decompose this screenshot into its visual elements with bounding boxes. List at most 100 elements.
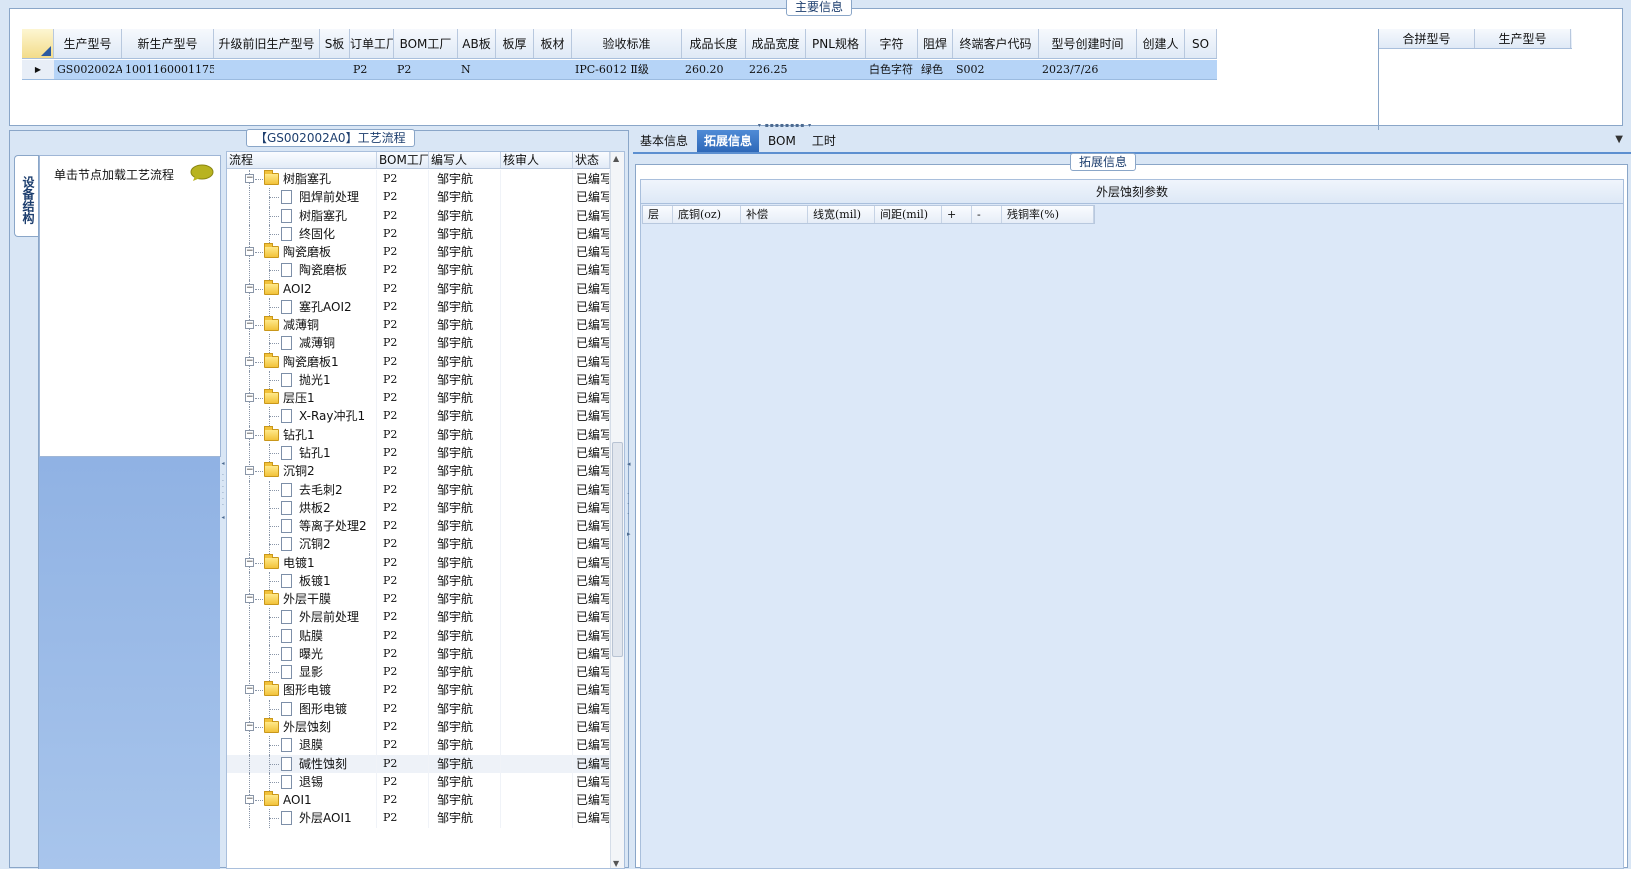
tree-folder-row[interactable]: − 减薄铜 P2 邹宇航 已编写	[227, 316, 610, 335]
etch-column-header[interactable]: 补偿	[741, 206, 808, 223]
etch-column-header[interactable]: -	[972, 206, 1002, 223]
grid-cell[interactable]	[496, 60, 534, 79]
author-cell[interactable]: 邹宇航	[429, 791, 501, 810]
status-cell[interactable]: 已编写	[573, 681, 610, 700]
reviewer-cell[interactable]	[501, 754, 573, 773]
bom-factory-cell[interactable]: P2	[377, 791, 429, 810]
bom-factory-cell[interactable]: P2	[377, 370, 429, 390]
reviewer-cell[interactable]	[501, 297, 573, 317]
author-cell[interactable]: 邹宇航	[429, 352, 501, 371]
bom-factory-cell[interactable]: P2	[377, 297, 429, 317]
reviewer-cell[interactable]	[501, 626, 573, 645]
etch-column-header[interactable]: 间距(mil)	[875, 206, 942, 223]
tree-step-row[interactable]: 碱性蚀刻 P2 邹宇航 已编写	[227, 754, 610, 773]
bom-factory-cell[interactable]: P2	[377, 261, 429, 280]
status-cell[interactable]: 已编写	[573, 206, 610, 225]
status-cell[interactable]: 已编写	[573, 389, 610, 408]
tree-step-row[interactable]: 图形电镀 P2 邹宇航 已编写	[227, 699, 610, 718]
grid-cell[interactable]: P2	[350, 60, 394, 79]
grid-cell[interactable]: 260.20	[682, 60, 746, 79]
column-header[interactable]: AB板	[458, 29, 496, 58]
column-header[interactable]: 新生产型号	[122, 29, 214, 58]
bom-factory-cell[interactable]: P2	[377, 443, 429, 463]
bom-factory-cell[interactable]: P2	[377, 571, 429, 591]
status-cell[interactable]: 已编写	[573, 772, 610, 792]
author-cell[interactable]: 邹宇航	[429, 717, 501, 737]
merge-column-header[interactable]: 合拼型号	[1379, 29, 1475, 48]
tree-node-cell[interactable]: 板镀1	[227, 571, 377, 591]
status-cell[interactable]: 已编写	[573, 571, 610, 591]
tree-node-cell[interactable]: − AOI1	[227, 791, 377, 810]
tree-folder-row[interactable]: − AOI2 P2 邹宇航 已编写	[227, 279, 610, 298]
status-cell[interactable]: 已编写	[573, 297, 610, 317]
tree-node-cell[interactable]: − AOI2	[227, 279, 377, 298]
author-cell[interactable]: 邹宇航	[429, 297, 501, 317]
tree-node-cell[interactable]: 去毛刺2	[227, 480, 377, 499]
collapse-icon[interactable]: −	[245, 320, 254, 330]
tree-step-row[interactable]: 树脂塞孔 P2 邹宇航 已编写	[227, 206, 610, 225]
tree-step-row[interactable]: 等离子处理2 P2 邹宇航 已编写	[227, 517, 610, 536]
author-cell[interactable]: 邹宇航	[429, 425, 501, 444]
status-cell[interactable]: 已编写	[573, 316, 610, 335]
tab-menu-dropdown-icon[interactable]: ▼	[1615, 134, 1623, 145]
tree-node-cell[interactable]: 抛光1	[227, 370, 377, 390]
tree-folder-row[interactable]: − 层压1 P2 邹宇航 已编写	[227, 389, 610, 408]
tree-node-cell[interactable]: 阻焊前处理	[227, 188, 377, 207]
reviewer-cell[interactable]	[501, 188, 573, 207]
tree-step-row[interactable]: 塞孔AOI2 P2 邹宇航 已编写	[227, 297, 610, 317]
status-cell[interactable]: 已编写	[573, 462, 610, 481]
tree-node-cell[interactable]: 塞孔AOI2	[227, 297, 377, 317]
bom-factory-cell[interactable]: P2	[377, 809, 429, 828]
bom-factory-cell[interactable]: P2	[377, 535, 429, 554]
tree-node-cell[interactable]: 曝光	[227, 644, 377, 664]
bom-factory-cell[interactable]: P2	[377, 626, 429, 645]
status-cell[interactable]: 已编写	[573, 243, 610, 262]
collapse-icon[interactable]: −	[245, 393, 254, 403]
author-cell[interactable]: 邹宇航	[429, 480, 501, 499]
tree-node-cell[interactable]: − 树脂塞孔	[227, 170, 377, 189]
grid-cell[interactable]	[1137, 60, 1185, 79]
column-header[interactable]: 生产型号	[54, 29, 122, 58]
tree-folder-row[interactable]: − 树脂塞孔 P2 邹宇航 已编写	[227, 170, 610, 189]
reviewer-cell[interactable]	[501, 809, 573, 828]
author-cell[interactable]: 邹宇航	[429, 224, 501, 244]
status-cell[interactable]: 已编写	[573, 754, 610, 773]
grid-cell[interactable]	[1185, 60, 1217, 79]
top-splitter-handle[interactable]: ▾ ▪▪▪▪▪▪▪▪ ▾	[755, 123, 815, 129]
tree-node-cell[interactable]: 树脂塞孔	[227, 206, 377, 225]
reviewer-cell[interactable]	[501, 370, 573, 390]
bom-factory-cell[interactable]: P2	[377, 407, 429, 426]
tree-node-cell[interactable]: − 减薄铜	[227, 316, 377, 335]
author-cell[interactable]: 邹宇航	[429, 316, 501, 335]
author-cell[interactable]: 邹宇航	[429, 517, 501, 536]
etch-column-header[interactable]: +	[942, 206, 972, 223]
author-cell[interactable]: 邹宇航	[429, 681, 501, 700]
column-header[interactable]: 创建人	[1137, 29, 1185, 58]
author-cell[interactable]: 邹宇航	[429, 608, 501, 627]
reviewer-cell[interactable]	[501, 224, 573, 244]
reviewer-cell[interactable]	[501, 772, 573, 792]
status-cell[interactable]: 已编写	[573, 809, 610, 828]
bom-factory-cell[interactable]: P2	[377, 352, 429, 371]
status-cell[interactable]: 已编写	[573, 370, 610, 390]
bom-factory-cell[interactable]: P2	[377, 553, 429, 572]
column-header[interactable]: 阻焊	[918, 29, 953, 58]
tree-step-row[interactable]: 阻焊前处理 P2 邹宇航 已编写	[227, 188, 610, 207]
bom-factory-cell[interactable]: P2	[377, 188, 429, 207]
author-cell[interactable]: 邹宇航	[429, 407, 501, 426]
author-cell[interactable]: 邹宇航	[429, 389, 501, 408]
tab-basic-info[interactable]: 基本信息	[633, 130, 695, 152]
tree-column-header[interactable]: 状态	[573, 152, 610, 168]
tree-step-row[interactable]: 外层前处理 P2 邹宇航 已编写	[227, 608, 610, 627]
tree-node-cell[interactable]: − 钻孔1	[227, 425, 377, 444]
tree-column-header[interactable]: 核审人	[501, 152, 573, 168]
author-cell[interactable]: 邹宇航	[429, 809, 501, 828]
tree-folder-row[interactable]: − 陶瓷磨板 P2 邹宇航 已编写	[227, 243, 610, 262]
bom-factory-cell[interactable]: P2	[377, 224, 429, 244]
bom-factory-cell[interactable]: P2	[377, 590, 429, 609]
author-cell[interactable]: 邹宇航	[429, 498, 501, 518]
bom-factory-cell[interactable]: P2	[377, 681, 429, 700]
author-cell[interactable]: 邹宇航	[429, 535, 501, 554]
tree-node-cell[interactable]: − 图形电镀	[227, 681, 377, 700]
bom-factory-cell[interactable]: P2	[377, 462, 429, 481]
